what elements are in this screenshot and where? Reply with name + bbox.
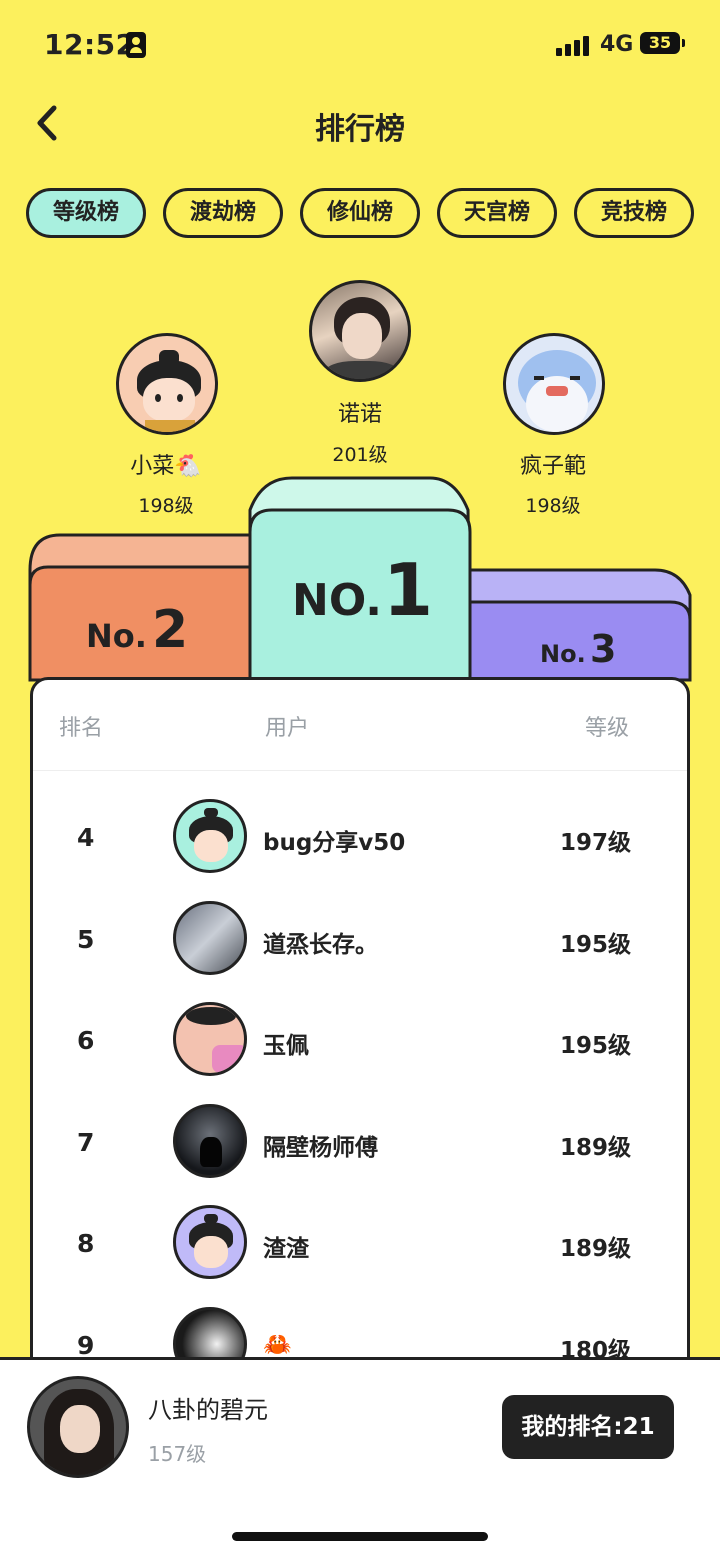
no1-label: NO. (292, 575, 382, 626)
row-avatar (173, 901, 247, 975)
row-avatar (173, 1104, 247, 1178)
leaderboard-table: 排名 用户 等级 4 bug分享v50 197级 5 道烝长存。 195级 6 … (30, 677, 690, 1381)
table-header: 排名 用户 等级 (33, 680, 687, 771)
my-rank-bar: 八卦的碧元 157级 我的排名:21 (0, 1357, 720, 1561)
row-level: 189级 (559, 1236, 631, 1262)
signal-icon (556, 34, 592, 56)
rank3-level: 198级 (525, 495, 581, 517)
tab-arena[interactable]: 竞技榜 (574, 188, 694, 238)
status-bar: 12:52 4G 35 (0, 0, 720, 90)
my-level: 157级 (148, 1442, 207, 1466)
table-row[interactable]: 8 渣渣 189级 (33, 1193, 687, 1293)
avatar-rank2[interactable] (116, 333, 218, 435)
no2-label: No. (86, 617, 147, 655)
row-avatar (173, 1205, 247, 1279)
row-name: 玉佩 (263, 1033, 309, 1059)
row-rank: 9 (77, 1331, 95, 1360)
tab-xiuxian[interactable]: 修仙榜 (300, 188, 420, 238)
rank2-name: 小菜🐔 (130, 454, 202, 479)
row-rank: 5 (77, 925, 95, 954)
battery-icon: 35 (640, 32, 685, 54)
svg-text:1: 1 (383, 548, 433, 632)
row-rank: 6 (77, 1026, 95, 1055)
row-avatar (173, 1002, 247, 1076)
network-label: 4G (600, 32, 634, 57)
my-avatar[interactable] (27, 1376, 129, 1478)
home-indicator (232, 1532, 488, 1541)
row-name: 🦀 (263, 1332, 292, 1358)
row-name: bug分享v50 (263, 830, 406, 856)
row-level: 195级 (559, 932, 631, 958)
row-name: 渣渣 (263, 1236, 309, 1262)
table-row[interactable]: 7 隔壁杨师傅 189级 (33, 1092, 687, 1192)
svg-text:3: 3 (590, 627, 616, 671)
svg-text:2: 2 (152, 600, 188, 660)
row-level: 197级 (559, 830, 631, 856)
row-name: 隔壁杨师傅 (263, 1135, 378, 1161)
row-name: 道烝长存。 (263, 932, 378, 958)
row-rank: 4 (77, 823, 95, 852)
tab-dujie[interactable]: 渡劫榜 (163, 188, 283, 238)
header-level: 等级 (584, 716, 629, 741)
ranking-tabs: 等级榜 渡劫榜 修仙榜 天宫榜 竞技榜 (26, 188, 696, 238)
header-user: 用户 (265, 716, 310, 741)
rank1-level: 201级 (332, 444, 388, 466)
rank2-level: 198级 (138, 495, 194, 517)
tab-level[interactable]: 等级榜 (26, 188, 146, 238)
header-rank: 排名 (59, 716, 104, 741)
no3-label: No. (540, 640, 586, 668)
avatar-rank3[interactable] (503, 333, 605, 435)
page-title: 排行榜 (315, 112, 405, 147)
row-avatar (173, 799, 247, 873)
tab-tiangong[interactable]: 天宫榜 (437, 188, 557, 238)
rank3-name: 疯子範 (519, 454, 586, 479)
row-level: 189级 (559, 1135, 631, 1161)
row-level: 195级 (559, 1033, 631, 1059)
row-rank: 7 (77, 1128, 95, 1157)
my-rank-button[interactable]: 我的排名:21 (502, 1395, 674, 1459)
person-icon (126, 32, 146, 58)
rank1-name: 诺诺 (337, 402, 382, 427)
avatar-rank1[interactable] (309, 280, 411, 382)
row-rank: 8 (77, 1229, 95, 1258)
table-row[interactable]: 4 bug分享v50 197级 (33, 787, 687, 887)
status-time: 12:52 (44, 28, 136, 61)
my-name: 八卦的碧元 (148, 1396, 268, 1424)
table-row[interactable]: 5 道烝长存。 195级 (33, 889, 687, 989)
table-row[interactable]: 6 玉佩 195级 (33, 990, 687, 1090)
